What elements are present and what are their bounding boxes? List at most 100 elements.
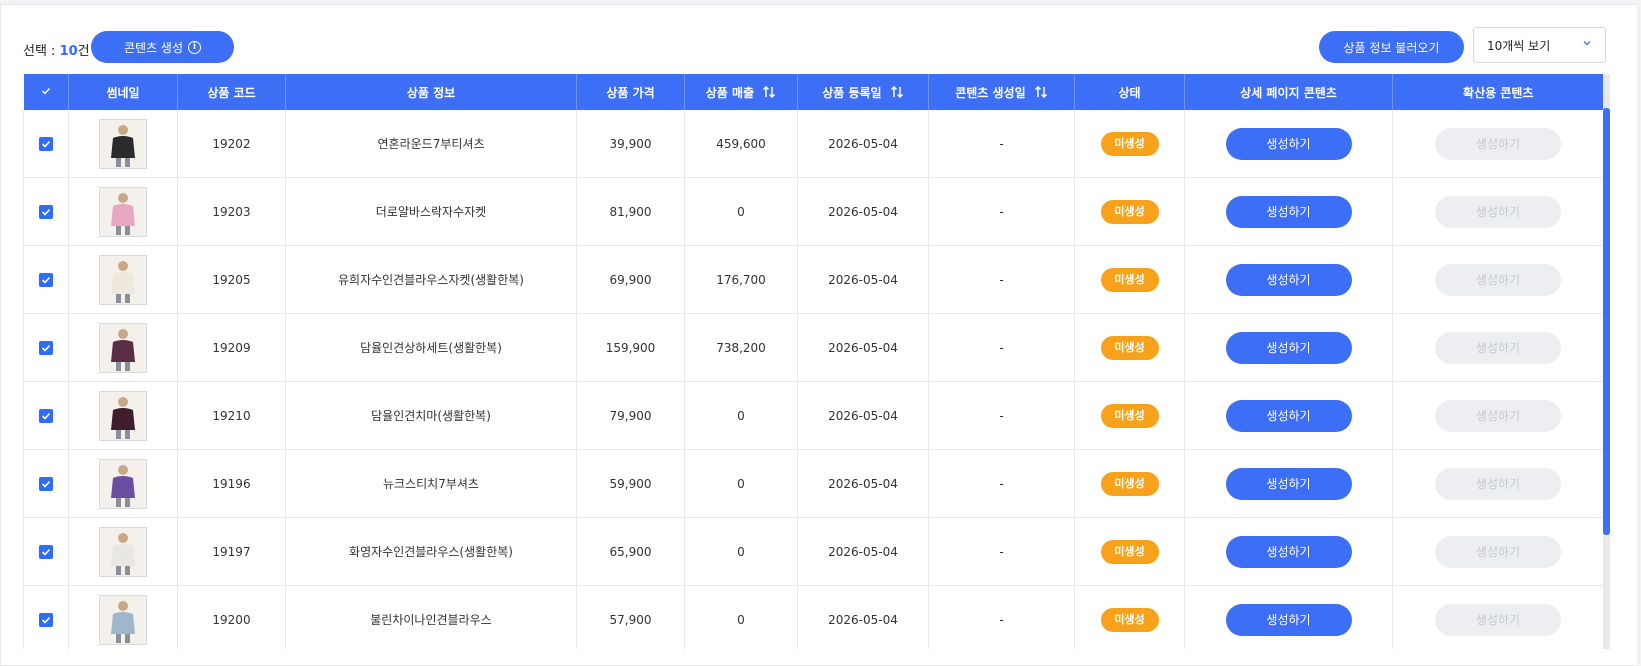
toolbar: 선택 : 10건 콘텐츠 생성 i 상품 정보 불러오기 10개씩 보기 — [1, 5, 1638, 77]
product-price: 39,900 — [576, 110, 685, 178]
create-detail-content-button[interactable]: 생성하기 — [1225, 263, 1352, 296]
content-created-date: - — [928, 177, 1075, 246]
content-created-date: - — [928, 381, 1075, 450]
product-name[interactable]: 연혼라운드7부티셔츠 — [285, 110, 577, 178]
create-spread-content-button: 생성하기 — [1435, 467, 1561, 500]
thumbnail-cell — [68, 313, 178, 382]
product-price: 65,900 — [576, 517, 685, 586]
registered-date: 2026-05-04 — [797, 313, 929, 382]
product-name[interactable]: 화영자수인견블라우스(생활한복) — [285, 517, 577, 586]
header-select-all[interactable] — [23, 74, 69, 110]
spread-content-cell: 생성하기 — [1392, 177, 1603, 246]
product-name[interactable]: 더로얄바스락자수자켓 — [285, 177, 577, 246]
product-table: 썸네일 상품 코드 상품 정보 상품 가격 상품 매출 상품 등록일 콘텐츠 생… — [23, 74, 1603, 649]
vertical-scrollbar[interactable] — [1603, 74, 1610, 649]
select-all-check-icon[interactable] — [39, 84, 53, 98]
row-checkbox[interactable] — [39, 272, 53, 287]
status-badge: 미생성 — [1100, 607, 1159, 632]
product-name[interactable]: 뉴크스티치7부셔츠 — [285, 449, 577, 518]
content-create-label: 콘텐츠 생성 — [123, 40, 183, 55]
row-checkbox[interactable] — [39, 476, 53, 491]
thumbnail-cell — [68, 177, 178, 246]
sort-icon[interactable] — [762, 85, 776, 98]
scrollbar-thumb[interactable] — [1603, 108, 1610, 535]
product-name[interactable]: 담율인견상하세트(생활한복) — [285, 313, 577, 382]
create-detail-content-button[interactable]: 생성하기 — [1225, 399, 1352, 432]
header-registered-date[interactable]: 상품 등록일 — [797, 74, 929, 110]
row-select-cell[interactable] — [23, 585, 69, 649]
spread-content-cell: 생성하기 — [1392, 449, 1603, 518]
product-thumbnail[interactable] — [99, 322, 147, 373]
row-checkbox[interactable] — [39, 612, 53, 627]
create-detail-content-button[interactable]: 생성하기 — [1225, 603, 1352, 636]
row-select-cell[interactable] — [23, 517, 69, 586]
row-select-cell[interactable] — [23, 110, 69, 178]
content-created-date: - — [928, 245, 1075, 314]
sort-icon[interactable] — [1034, 85, 1048, 98]
header-product-sales[interactable]: 상품 매출 — [684, 74, 798, 110]
sort-icon[interactable] — [890, 85, 904, 98]
header-product-code: 상품 코드 — [177, 74, 286, 110]
header-status: 상태 — [1074, 74, 1185, 110]
product-price: 59,900 — [576, 449, 685, 518]
status-cell: 미생성 — [1074, 313, 1185, 382]
status-cell: 미생성 — [1074, 245, 1185, 314]
status-badge: 미생성 — [1100, 403, 1159, 428]
product-name[interactable]: 유희자수인견블라우스자켓(생활한복) — [285, 245, 577, 314]
product-price: 159,900 — [576, 313, 685, 382]
thumbnail-cell — [68, 517, 178, 586]
product-price: 79,900 — [576, 381, 685, 450]
product-table-wrapper: 썸네일 상품 코드 상품 정보 상품 가격 상품 매출 상품 등록일 콘텐츠 생… — [23, 74, 1603, 649]
page-size-select[interactable]: 10개씩 보기 — [1473, 27, 1606, 63]
thumbnail-cell — [68, 245, 178, 314]
create-spread-content-button: 생성하기 — [1435, 263, 1561, 296]
product-thumbnail[interactable] — [99, 526, 147, 577]
table-row: 19203 더로얄바스락자수자켓 81,900 0 2026-05-04- 미생성 생성하기… — [23, 177, 1603, 246]
info-icon[interactable]: i — [188, 40, 201, 54]
spread-content-cell: 생성하기 — [1392, 245, 1603, 314]
product-code: 19196 — [177, 449, 286, 518]
create-detail-content-button[interactable]: 생성하기 — [1225, 535, 1352, 568]
product-thumbnail[interactable] — [99, 594, 147, 645]
content-create-button[interactable]: 콘텐츠 생성 i — [91, 31, 234, 63]
product-price: 57,900 — [576, 585, 685, 649]
spread-content-cell: 생성하기 — [1392, 313, 1603, 382]
create-detail-content-button[interactable]: 생성하기 — [1225, 331, 1352, 364]
product-thumbnail[interactable] — [99, 186, 147, 237]
header-thumbnail: 썸네일 — [68, 74, 178, 110]
header-detail-content: 상세 페이지 콘텐츠 — [1184, 74, 1393, 110]
product-thumbnail[interactable] — [99, 118, 147, 169]
selection-count: 10 — [59, 44, 78, 59]
create-detail-content-button[interactable]: 생성하기 — [1225, 127, 1352, 160]
detail-content-cell: 생성하기 — [1184, 449, 1393, 518]
create-detail-content-button[interactable]: 생성하기 — [1225, 195, 1352, 228]
product-thumbnail[interactable] — [99, 254, 147, 305]
row-select-cell[interactable] — [23, 449, 69, 518]
row-checkbox[interactable] — [39, 408, 53, 423]
product-thumbnail[interactable] — [99, 458, 147, 509]
row-checkbox[interactable] — [39, 544, 53, 559]
status-cell: 미생성 — [1074, 517, 1185, 586]
registered-date: 2026-05-04 — [797, 585, 929, 649]
row-select-cell[interactable] — [23, 245, 69, 314]
product-name[interactable]: 담율인견치마(생활한복) — [285, 381, 577, 450]
row-select-cell[interactable] — [23, 381, 69, 450]
row-checkbox[interactable] — [39, 136, 53, 151]
chevron-down-icon — [1583, 41, 1591, 46]
status-cell: 미생성 — [1074, 585, 1185, 649]
thumbnail-cell — [68, 449, 178, 518]
create-detail-content-button[interactable]: 생성하기 — [1225, 467, 1352, 500]
selection-unit: 건 — [77, 44, 90, 59]
header-content-date[interactable]: 콘텐츠 생성일 — [928, 74, 1075, 110]
table-row: 19197 화영자수인견블라우스(생활한복) 65,900 0 2026-05-04- 미… — [23, 517, 1603, 586]
row-select-cell[interactable] — [23, 177, 69, 246]
product-name[interactable]: 불린차이나인견블라우스 — [285, 585, 577, 649]
row-select-cell[interactable] — [23, 313, 69, 382]
load-product-info-button[interactable]: 상품 정보 불러오기 — [1319, 31, 1464, 63]
content-created-date: - — [928, 585, 1075, 649]
product-thumbnail[interactable] — [99, 390, 147, 441]
row-checkbox[interactable] — [39, 204, 53, 219]
thumbnail-cell — [68, 381, 178, 450]
row-checkbox[interactable] — [39, 340, 53, 355]
thumbnail-cell — [68, 585, 178, 649]
